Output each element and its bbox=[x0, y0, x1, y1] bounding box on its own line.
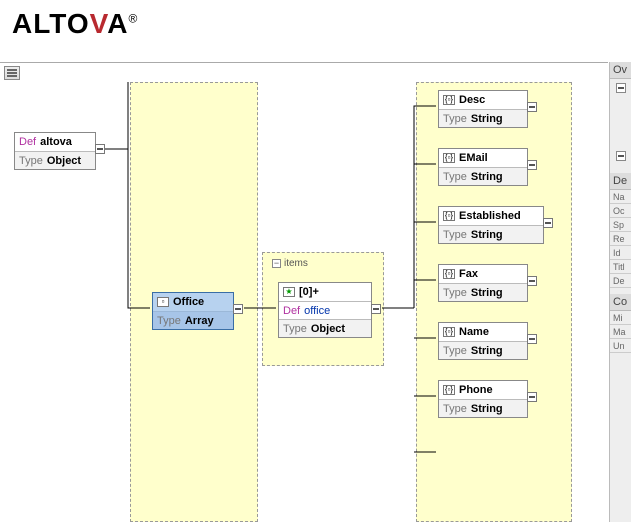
prop-icon: {▫} bbox=[443, 211, 455, 221]
port-fax[interactable] bbox=[527, 276, 537, 286]
node-array-item[interactable]: ★[0]+ Defoffice TypeObject bbox=[278, 282, 372, 338]
side-row[interactable]: Un bbox=[610, 339, 631, 353]
brand-logo: ALTOVA® bbox=[12, 8, 138, 40]
node-phone[interactable]: {▫}Phone TypeString bbox=[438, 380, 528, 418]
side-row[interactable]: Titl bbox=[610, 260, 631, 274]
node-office[interactable]: ▫Office TypeArray bbox=[152, 292, 234, 330]
node-name[interactable]: {▫}Name TypeString bbox=[438, 322, 528, 360]
node-altova[interactable]: Defaltova TypeObject bbox=[14, 132, 96, 170]
side-row[interactable]: Sp bbox=[610, 218, 631, 232]
prop-icon: {▫} bbox=[443, 95, 455, 105]
side-row[interactable]: Re bbox=[610, 232, 631, 246]
port-altova[interactable] bbox=[95, 144, 105, 154]
side-row[interactable]: Ma bbox=[610, 325, 631, 339]
port-desc[interactable] bbox=[527, 102, 537, 112]
node-fax[interactable]: {▫}Fax TypeString bbox=[438, 264, 528, 302]
node-established[interactable]: {▫}Established TypeString bbox=[438, 206, 544, 244]
side-row[interactable]: Oc bbox=[610, 204, 631, 218]
prop-icon: {▫} bbox=[443, 269, 455, 279]
prop-icon: {▫} bbox=[443, 385, 455, 395]
object-icon: ▫ bbox=[157, 297, 169, 307]
port-established[interactable] bbox=[543, 218, 553, 228]
prop-icon: {▫} bbox=[443, 327, 455, 337]
overview-header[interactable]: Ov bbox=[610, 62, 631, 79]
collapse-icon[interactable]: − bbox=[272, 259, 281, 268]
side-row[interactable]: Mi bbox=[610, 311, 631, 325]
side-row[interactable]: Na bbox=[610, 190, 631, 204]
side-row[interactable]: De bbox=[610, 274, 631, 288]
node-email[interactable]: {▫}EMail TypeString bbox=[438, 148, 528, 186]
node-desc[interactable]: {▫}Desc TypeString bbox=[438, 90, 528, 128]
view-tab-icon[interactable] bbox=[4, 66, 20, 80]
prop-icon: {▫} bbox=[443, 153, 455, 163]
array-icon: ★ bbox=[283, 287, 295, 297]
collapse-icon[interactable] bbox=[616, 83, 626, 93]
side-panel: Ov De Na Oc Sp Re Id Titl De Co Mi Ma Un bbox=[609, 62, 631, 522]
port-phone[interactable] bbox=[527, 392, 537, 402]
collapse-icon[interactable] bbox=[616, 151, 626, 161]
port-array-item[interactable] bbox=[371, 304, 381, 314]
port-office[interactable] bbox=[233, 304, 243, 314]
details-header[interactable]: De bbox=[610, 173, 631, 190]
schema-canvas[interactable]: −items Defaltova TypeObject ▫Office Type… bbox=[0, 82, 608, 522]
port-email[interactable] bbox=[527, 160, 537, 170]
items-label: −items bbox=[272, 258, 308, 269]
constraints-header[interactable]: Co bbox=[610, 294, 631, 311]
port-name[interactable] bbox=[527, 334, 537, 344]
side-row[interactable]: Id bbox=[610, 246, 631, 260]
